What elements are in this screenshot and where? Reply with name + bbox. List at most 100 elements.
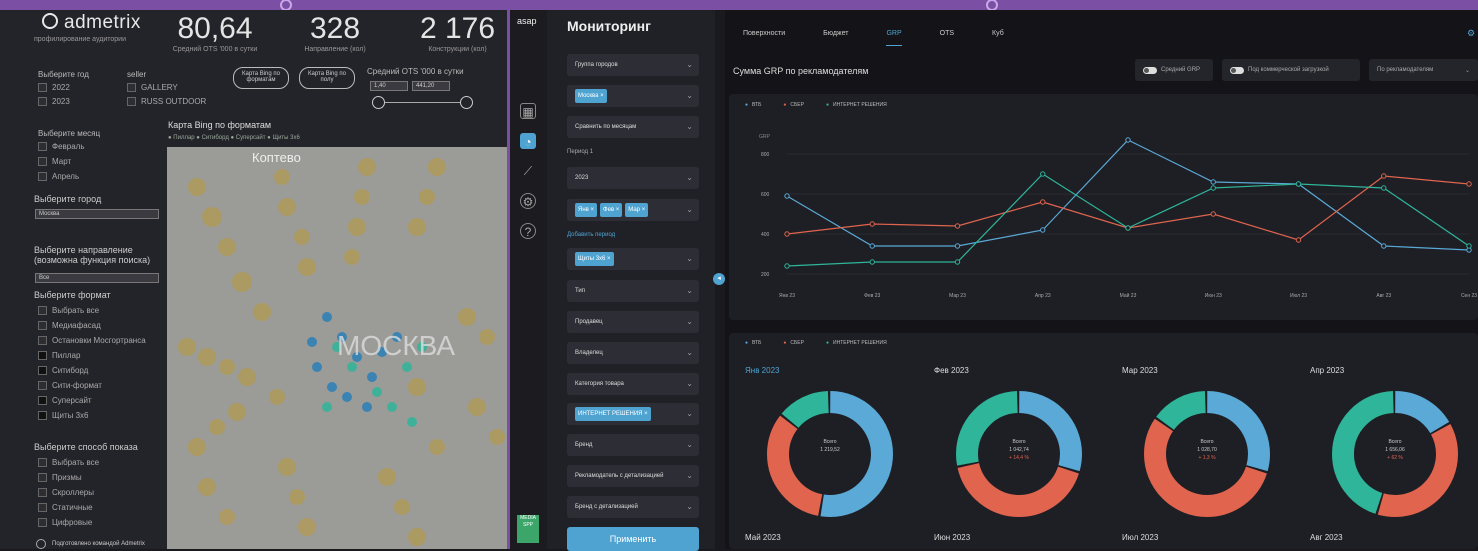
advertiser-select[interactable]: ИНТЕРНЕТ РЕШЕНИЯ × ⌄ (567, 403, 699, 425)
chip[interactable]: Москва × (575, 89, 607, 103)
format-option[interactable]: Выбрать все (38, 306, 99, 315)
bing-formats-button[interactable]: Карта Bing по форматам (233, 67, 289, 89)
bing-poly-button[interactable]: Карта Bing по полу (299, 67, 355, 89)
checkbox[interactable] (38, 473, 47, 482)
checkbox[interactable] (38, 97, 47, 106)
checkbox[interactable] (38, 351, 47, 360)
owner-select[interactable]: Владелец ⌄ (567, 342, 699, 364)
option-label: Пиллар (52, 351, 81, 360)
checkbox[interactable] (38, 336, 47, 345)
checkbox[interactable] (38, 83, 47, 92)
city-select[interactable]: Москва (35, 209, 159, 219)
pie-chart-icon[interactable]: ◔ (520, 133, 536, 149)
toggle-switch[interactable] (1230, 66, 1244, 74)
chip-label: Фев (603, 207, 615, 213)
checkbox[interactable] (38, 381, 47, 390)
toggle-switch[interactable] (1143, 66, 1157, 74)
format-select[interactable]: Щиты 3х6 × ⌄ (567, 248, 699, 270)
tab-grp[interactable]: GRP (886, 30, 902, 46)
month-option[interactable]: Февраль (38, 142, 85, 151)
data-point (1295, 181, 1302, 187)
help-icon[interactable]: ? (520, 223, 536, 239)
seller-option[interactable]: GALLERY (127, 83, 178, 92)
line-chart-icon[interactable]: ⟋ (520, 163, 536, 179)
checkbox[interactable] (38, 157, 47, 166)
chip[interactable]: Щиты 3х6 × (575, 252, 614, 266)
checkbox[interactable] (38, 458, 47, 467)
checkbox[interactable] (127, 97, 136, 106)
format-option[interactable]: Сити-формат (38, 381, 102, 390)
seller-select[interactable]: Продавец ⌄ (567, 311, 699, 333)
checkbox[interactable] (38, 396, 47, 405)
format-option[interactable]: Остановки Мосгортранса (38, 336, 146, 345)
type-select[interactable]: Тип ⌄ (567, 280, 699, 302)
y-tick-label: 200 (761, 272, 770, 278)
settings-icon[interactable]: ⚙ (1467, 28, 1475, 39)
direction-select[interactable]: Все (35, 273, 159, 283)
checkbox[interactable] (38, 142, 47, 151)
checkbox[interactable] (38, 503, 47, 512)
commercial-toggle[interactable]: Под коммерческой загрузкой (1222, 59, 1360, 81)
tab-ots[interactable]: OTS (940, 30, 954, 46)
donut-chart[interactable]: Фев 2023 Всего 1 042,74 + 14,4 % (934, 366, 1114, 526)
donut-chart[interactable]: Апр 2023 Всего 1 656,06 + 62 % (1310, 366, 1478, 526)
tab-surfaces[interactable]: Поверхности (743, 30, 785, 46)
month-option[interactable]: Апрель (38, 172, 79, 181)
kpi-label: Направление (кол) (304, 46, 366, 53)
brand-select[interactable]: Бренд ⌄ (567, 434, 699, 456)
ots-slider-handle-min[interactable] (372, 96, 385, 109)
checkbox[interactable] (38, 321, 47, 330)
format-option[interactable]: Щиты 3х6 (38, 411, 89, 420)
format-option[interactable]: Ситиборд (38, 366, 88, 375)
ots-slider-handle-max[interactable] (460, 96, 473, 109)
checkbox[interactable] (38, 172, 47, 181)
year-select[interactable]: 2023 ⌄ (567, 167, 699, 189)
method-option[interactable]: Выбрать все (38, 458, 99, 467)
add-period-link[interactable]: Добавить период (567, 232, 615, 238)
compare-select[interactable]: Сравнить по месяцам ⌄ (567, 116, 699, 138)
city-group-select[interactable]: Группа городов ⌄ (567, 54, 699, 76)
ots-min-input[interactable]: 1,40 (370, 81, 408, 91)
month-option[interactable]: Март (38, 157, 71, 166)
method-option[interactable]: Призмы (38, 473, 82, 482)
total-value: 1 042,74 (1009, 447, 1029, 453)
ots-max-input[interactable]: 441,20 (412, 81, 450, 91)
group-by-select[interactable]: По рекламодателям ⌄ (1369, 59, 1478, 81)
tab-budget[interactable]: Бюджет (823, 30, 848, 46)
year-option[interactable]: 2022 (38, 83, 70, 92)
month-select[interactable]: Янв × Фев × Мар × ⌄ (567, 199, 699, 221)
checkbox[interactable] (38, 306, 47, 315)
checkbox[interactable] (38, 518, 47, 527)
x-tick-label: Май 23 (1120, 292, 1137, 299)
bing-map[interactable]: Коптево МОСКВА (167, 147, 507, 549)
gear-icon[interactable]: ⚙ (520, 193, 536, 209)
tab-cube[interactable]: Куб (992, 30, 1004, 46)
chip[interactable]: Янв × (575, 203, 598, 217)
city-select[interactable]: Москва × ⌄ (567, 85, 699, 107)
category-select[interactable]: Категория товара ⌄ (567, 373, 699, 395)
chip[interactable]: ИНТЕРНЕТ РЕШЕНИЯ × (575, 407, 651, 421)
checkbox[interactable] (38, 366, 47, 375)
chip[interactable]: Фев × (600, 203, 623, 217)
format-option[interactable]: Суперсайт (38, 396, 92, 405)
donut-chart[interactable]: Мар 2023 Всего 1 028,70 + 1,3 % (1122, 366, 1302, 526)
calendar-icon[interactable]: ▦ (520, 103, 536, 119)
method-option[interactable]: Скроллеры (38, 488, 94, 497)
year-option[interactable]: 2023 (38, 97, 70, 106)
collapse-icon[interactable]: ◂ (713, 273, 725, 285)
ots-slider-track[interactable] (378, 102, 466, 103)
checkbox[interactable] (127, 83, 136, 92)
brand-detail-select[interactable]: Бренд с детализацией ⌄ (567, 496, 699, 518)
advertiser-detail-select[interactable]: Рекламодатель с детализацией ⌄ (567, 465, 699, 487)
chip[interactable]: Мар × (625, 203, 649, 217)
avg-grp-toggle[interactable]: Средний GRP (1135, 59, 1213, 81)
checkbox[interactable] (38, 411, 47, 420)
method-option[interactable]: Цифровые (38, 518, 92, 527)
apply-button[interactable]: Применить (567, 527, 699, 551)
format-option[interactable]: Медиафасад (38, 321, 101, 330)
seller-option[interactable]: RUSS OUTDOOR (127, 97, 206, 106)
method-option[interactable]: Статичные (38, 503, 93, 512)
format-option[interactable]: Пиллар (38, 351, 80, 360)
checkbox[interactable] (38, 488, 47, 497)
donut-chart[interactable]: Янв 2023 Всего 1 219,52 (745, 366, 925, 526)
